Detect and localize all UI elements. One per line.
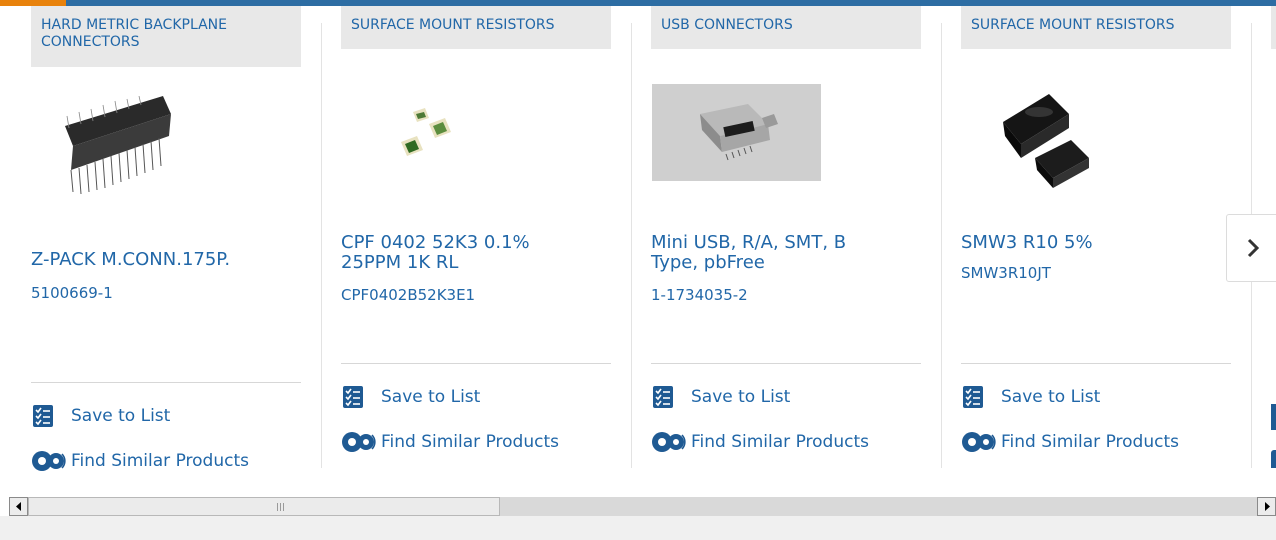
product-image[interactable] [59,96,177,200]
save-to-list-label: Save to List [381,387,481,407]
carousel-next-button[interactable] [1226,214,1276,282]
part-number-link[interactable]: 1-1734035-2 [651,286,748,304]
product-name-link[interactable]: CPF 0402 52K3 0.1% 25PPM 1K RL [341,233,581,273]
scrollbar-grip [277,503,285,511]
find-similar-products-button[interactable]: Find Similar Products [961,429,1179,455]
product-category[interactable]: SURFACE MOUNT RESISTORS [961,6,1231,49]
card-separator [941,23,942,468]
checklist-icon [963,386,983,408]
find-similar-products-label: Find Similar Products [1001,432,1179,452]
save-to-list-label: Save to List [71,406,171,426]
save-to-list-label: Save to List [1001,387,1101,407]
product-card: SURFACE MOUNT RESISTORS SMW3 R10 5% SMW3… [961,6,1241,468]
product-image[interactable] [652,84,821,181]
product-category[interactable]: SURFACE MOUNT RESISTORS [341,6,611,49]
checklist-icon [1271,404,1276,430]
product-name-link[interactable]: SMW3 R10 5% [961,233,1201,253]
product-name-link[interactable]: Mini USB, R/A, SMT, B Type, pbFree [651,233,891,273]
chevron-right-icon [1247,238,1260,258]
checklist-icon [653,386,673,408]
product-image[interactable] [999,84,1095,194]
product-card: SURFACE MOUNT RESISTORS CPF 0402 52K3 0.… [341,6,621,468]
part-number-link[interactable]: 5100669-1 [31,284,113,302]
scroll-left-button[interactable] [9,497,28,516]
product-category[interactable]: USB CONNECTORS [651,6,921,49]
gears-icon [652,432,686,452]
find-similar-products-button[interactable]: Find Similar Products [31,448,249,474]
product-carousel: HARD METRIC BACKPLANE CONNECTORS Z-PACK … [0,6,1276,491]
gears-icon [1271,450,1276,468]
gears-icon [32,451,66,471]
part-number-link[interactable]: SMW3R10JT [961,264,1051,282]
checklist-icon [343,386,363,408]
scrollbar-thumb[interactable] [28,497,500,516]
save-to-list-button[interactable]: Save to List [341,384,480,410]
product-category[interactable]: HARD METRIC BACKPLANE CONNECTORS [31,6,301,67]
arrow-right-icon [1264,502,1270,511]
find-similar-products-label: Find Similar Products [71,451,249,471]
card-separator [321,23,322,468]
page-footer-area [0,516,1276,540]
card-separator [631,23,632,468]
card-divider [651,363,921,364]
save-to-list-button[interactable]: Save to List [651,384,790,410]
product-card: USB CONNECTORS Mini USB, R/A, SMT, B Typ… [651,6,931,468]
find-similar-products-button[interactable]: Find Similar Products [651,429,869,455]
find-similar-products-label: Find Similar Products [691,432,869,452]
save-to-list-label: Save to List [691,387,791,407]
save-to-list-button[interactable]: Save to List [961,384,1100,410]
scroll-right-button[interactable] [1257,497,1276,516]
gears-icon [962,432,996,452]
save-to-list-button[interactable]: Save to List [31,403,170,429]
product-card: HARD METRIC BACKPLANE CONNECTORS Z-PACK … [31,6,311,471]
horizontal-scrollbar[interactable] [9,497,1276,516]
find-similar-products-label: Find Similar Products [381,432,559,452]
checklist-icon [33,405,53,427]
product-image[interactable] [399,106,469,162]
arrow-left-icon [15,502,21,511]
card-divider [341,363,611,364]
find-similar-products-button[interactable]: Find Similar Products [341,429,559,455]
part-number-link[interactable]: CPF0402B52K3E1 [341,286,475,304]
card-divider [31,382,301,383]
gears-icon [342,432,376,452]
product-category-partial [1271,6,1276,49]
card-divider [961,363,1231,364]
product-name-link[interactable]: Z-PACK M.CONN.175P. [31,250,271,270]
